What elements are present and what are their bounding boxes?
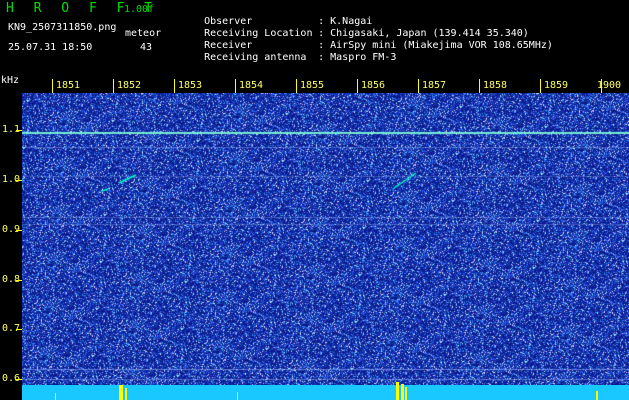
x-tick-label: 1852 [117,80,142,91]
peak-mark [119,385,123,400]
app-version: 1.00f [124,4,155,15]
peak-mark [401,384,404,400]
x-tick-label: 1859 [544,80,569,91]
info-label: Receiving antenna [204,52,307,63]
x-tick-mark [296,79,297,93]
x-tick-mark [52,79,53,93]
x-tick-mark [479,79,480,93]
peak-mark [405,387,407,400]
x-tick-label: 1854 [239,80,264,91]
spectrogram-canvas[interactable] [22,93,629,385]
x-tick-mark [540,79,541,93]
datetime-label: 25.07.31 18:50 [8,42,93,53]
x-tick-label: 1856 [361,80,386,91]
peak-mark [55,393,56,400]
x-tick-label: 1858 [483,80,508,91]
signal-peaks [55,382,598,400]
x-tick-label: 1853 [178,80,203,91]
x-tick-label: 1900 [597,80,622,91]
file-name: KN9_2507311850.png [8,22,117,33]
x-tick-mark [235,79,236,93]
x-tick-mark [174,79,175,93]
x-tick-mark [113,79,114,93]
x-tick-label: 1855 [300,80,325,91]
mode-label: meteor [125,28,162,39]
x-tick-label: 1857 [422,80,447,91]
x-tick-mark [357,79,358,93]
peak-mark [596,391,598,400]
info-value: : Maspro FM-3 [318,52,397,63]
info-row-antenna: Receiving antenna : Maspro FM-3 [180,41,396,74]
peak-mark [125,388,127,400]
peak-mark [396,382,399,400]
count-label: 43 [140,42,153,53]
y-axis-unit: kHz [1,75,20,86]
peak-mark [237,392,238,400]
x-tick-label: 1851 [56,80,81,91]
x-tick-mark [418,79,419,93]
